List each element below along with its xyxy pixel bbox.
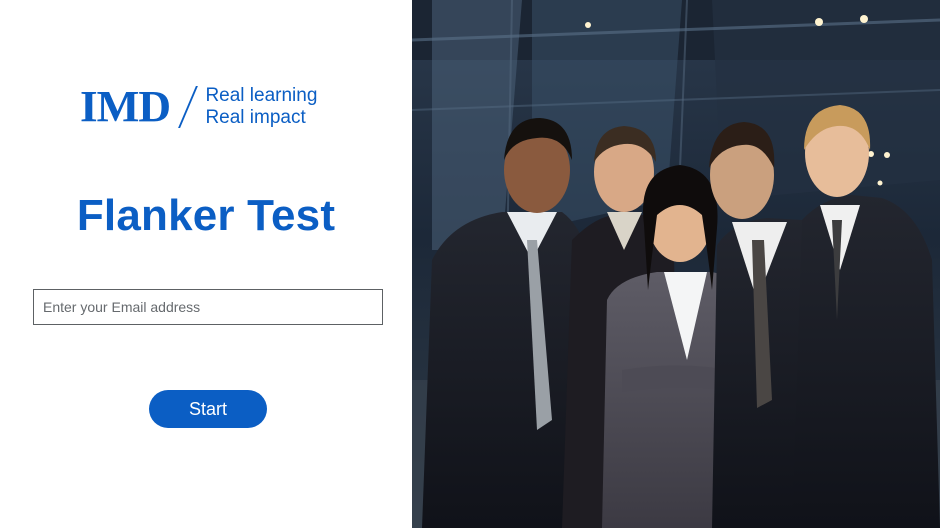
logo-wordmark: IMD xyxy=(80,82,171,131)
imd-logo: IMD Real learning Real impact xyxy=(80,84,317,130)
hero-image xyxy=(412,0,940,528)
start-button[interactable]: Start xyxy=(149,390,267,428)
logo-tagline-line2: Real impact xyxy=(205,107,306,128)
page-title: Flanker Test xyxy=(76,191,336,240)
email-field[interactable] xyxy=(33,289,383,325)
business-team-photo xyxy=(412,0,940,528)
login-page: IMD Real learning Real impact Flanker Te… xyxy=(0,0,940,528)
logo-tagline-line1: Real learning xyxy=(205,85,318,106)
logo-tagline: Real learning Real impact xyxy=(205,85,317,129)
left-panel: IMD Real learning Real impact Flanker Te… xyxy=(0,0,412,528)
logo-slash xyxy=(178,86,199,128)
